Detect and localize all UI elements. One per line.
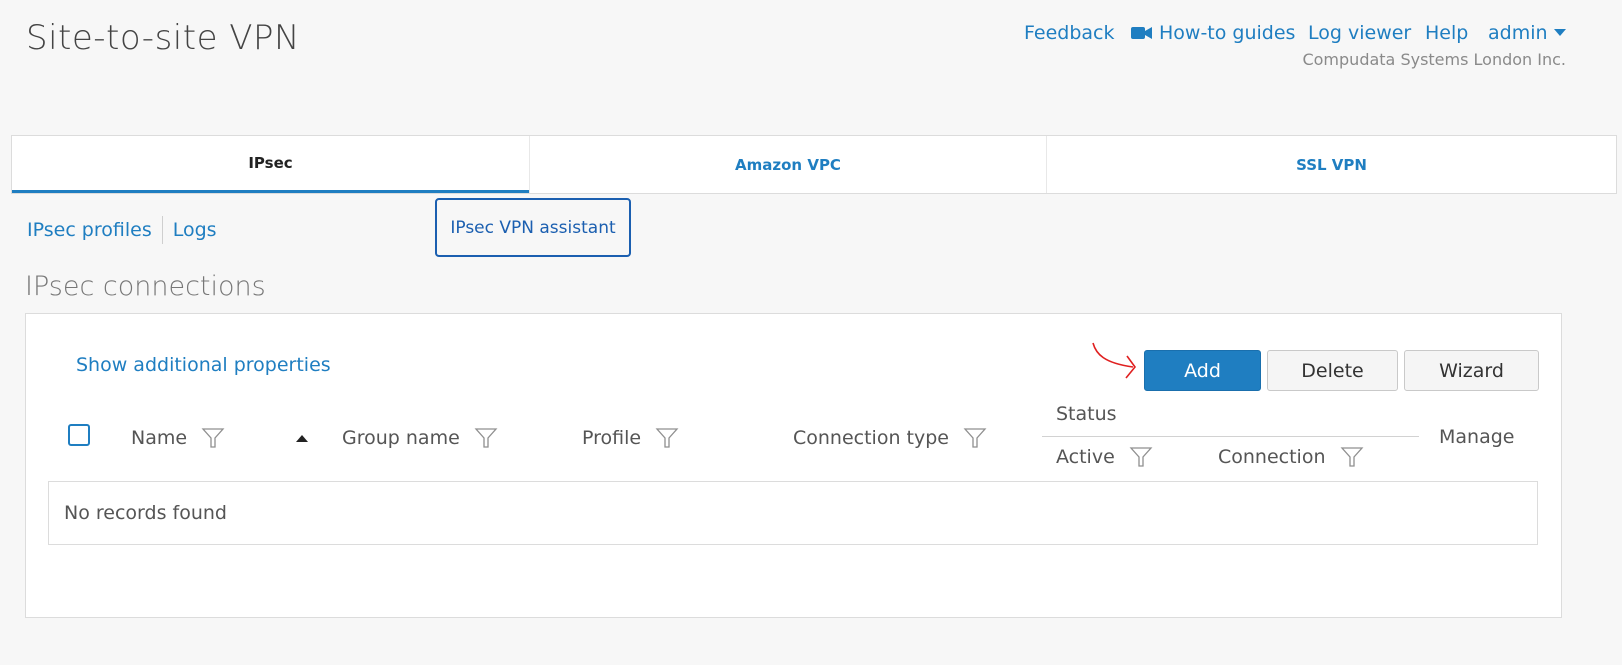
delete-button[interactable]: Delete: [1267, 350, 1398, 391]
column-name-label: Name: [131, 427, 188, 449]
ipsec-profiles-link[interactable]: IPsec profiles: [27, 219, 152, 241]
no-records-message: No records found: [64, 502, 227, 524]
chevron-down-icon: [1553, 29, 1566, 36]
log-viewer-link[interactable]: Log viewer: [1308, 22, 1411, 44]
select-all-checkbox[interactable]: [68, 424, 90, 446]
wizard-button[interactable]: Wizard: [1404, 350, 1539, 391]
tab-amazon-vpc[interactable]: Amazon VPC: [530, 136, 1046, 193]
sub-nav-divider: [161, 216, 163, 244]
column-connection[interactable]: Connection: [1218, 445, 1364, 469]
column-status: Status: [1056, 403, 1117, 425]
status-divider: [1042, 436, 1419, 437]
page-title: Site-to-site VPN: [26, 18, 300, 58]
tab-ipsec[interactable]: IPsec: [12, 136, 529, 193]
column-profile-label: Profile: [582, 427, 642, 449]
column-connection-type-label: Connection type: [793, 427, 949, 449]
column-connection-label: Connection: [1218, 446, 1326, 468]
filter-icon[interactable]: [1340, 445, 1364, 469]
filter-icon[interactable]: [655, 426, 679, 450]
column-active[interactable]: Active: [1056, 445, 1153, 469]
feedback-link[interactable]: Feedback: [1024, 22, 1114, 44]
filter-icon[interactable]: [474, 426, 498, 450]
column-active-label: Active: [1056, 446, 1115, 468]
video-camera-icon: [1131, 27, 1152, 39]
column-manage: Manage: [1439, 426, 1515, 448]
company-name: Compudata Systems London Inc.: [1302, 50, 1566, 69]
section-title: IPsec connections: [25, 271, 266, 302]
tab-ssl-vpn[interactable]: SSL VPN: [1047, 136, 1616, 193]
filter-icon[interactable]: [1129, 445, 1153, 469]
help-link[interactable]: Help: [1425, 22, 1468, 44]
howto-guides-link[interactable]: How-to guides: [1131, 22, 1295, 44]
ipsec-vpn-assistant-button[interactable]: IPsec VPN assistant: [435, 198, 631, 257]
connections-panel: Show additional properties Add Delete Wi…: [25, 313, 1562, 618]
sort-ascending-icon[interactable]: [296, 435, 308, 442]
tab-bar: IPsec Amazon VPC SSL VPN: [11, 135, 1617, 194]
add-button[interactable]: Add: [1144, 350, 1261, 391]
empty-records-row: No records found: [48, 481, 1538, 545]
filter-icon[interactable]: [201, 426, 225, 450]
column-name[interactable]: Name: [131, 426, 225, 450]
column-connection-type[interactable]: Connection type: [793, 426, 987, 450]
sub-navigation: IPsec profiles Logs: [27, 216, 217, 244]
show-additional-properties-link[interactable]: Show additional properties: [76, 354, 331, 376]
logs-link[interactable]: Logs: [173, 219, 217, 241]
user-menu[interactable]: admin: [1488, 22, 1566, 44]
howto-guides-label: How-to guides: [1159, 22, 1296, 44]
column-group-name-label: Group name: [342, 427, 460, 449]
user-name: admin: [1488, 22, 1548, 44]
column-profile[interactable]: Profile: [582, 426, 679, 450]
column-group-name[interactable]: Group name: [342, 426, 498, 450]
filter-icon[interactable]: [963, 426, 987, 450]
annotation-arrow-icon: [1092, 342, 1137, 379]
